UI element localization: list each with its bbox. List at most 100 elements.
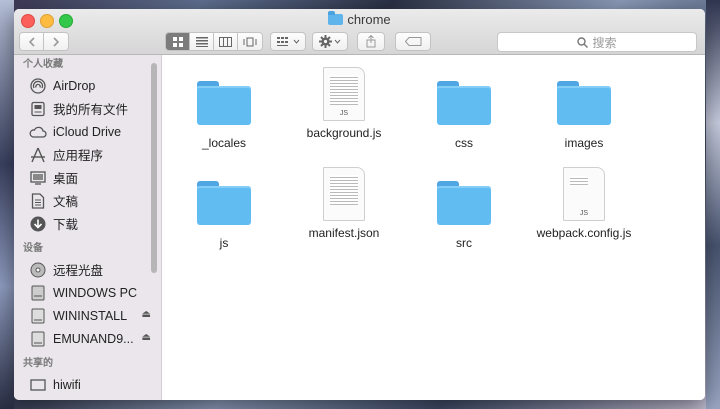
sidebar-item-hiwifi[interactable]: hiwifi: [14, 373, 161, 396]
file-name: webpack.config.js: [536, 226, 632, 240]
document-icon: [323, 167, 365, 221]
file-item[interactable]: manifest.json: [284, 167, 404, 240]
window-title-text: chrome: [347, 12, 391, 27]
finder-window: chrome 搜索 个人收藏 AirDrop 我的所有文件 iCloud Dri…: [14, 9, 705, 400]
disc-icon: [29, 261, 47, 279]
search-input[interactable]: 搜索: [497, 32, 697, 52]
action-menu-button[interactable]: [312, 32, 348, 51]
file-ext-label: JS: [579, 210, 589, 217]
all-files-icon: [29, 100, 47, 118]
js-file-icon: JS: [323, 67, 365, 121]
sidebar-item-label: 应用程序: [53, 149, 104, 163]
applications-icon: [29, 146, 47, 164]
gallery-view-button[interactable]: [238, 33, 262, 50]
file-item[interactable]: JS background.js: [284, 67, 404, 140]
folder-icon: [328, 11, 344, 25]
chevron-down-icon: [293, 39, 299, 44]
file-name: manifest.json: [308, 226, 380, 240]
sidebar-item-windows-pc[interactable]: WINDOWS PC: [14, 281, 161, 304]
file-item[interactable]: css: [404, 73, 524, 150]
sidebar-item-label: iCloud Drive: [53, 124, 122, 139]
coverflow-icon: [243, 37, 257, 46]
folder-icon: [197, 81, 251, 125]
sidebar-item-icloud[interactable]: iCloud Drive: [14, 120, 161, 143]
forward-button[interactable]: [44, 33, 68, 50]
arrange-button[interactable]: [270, 32, 306, 51]
sidebar-item-label: 我的所有文件: [53, 103, 129, 117]
sidebar-item-label: WINDOWS PC: [53, 285, 138, 300]
file-grid: _locales JS background.js css images js …: [162, 55, 705, 400]
folder-icon: [437, 81, 491, 125]
search-icon: [577, 36, 589, 48]
file-name: images: [564, 136, 604, 150]
cloud-icon: [29, 123, 47, 141]
sidebar-item-airdrop[interactable]: AirDrop: [14, 74, 161, 97]
chevron-down-icon: [334, 39, 341, 44]
sidebar-header-favorites: 个人收藏: [23, 59, 63, 70]
nav-buttons: [19, 32, 69, 51]
window-title: chrome: [14, 11, 705, 27]
folder-icon: [437, 181, 491, 225]
back-button[interactable]: [20, 33, 44, 50]
search-placeholder: 搜索: [592, 35, 617, 50]
list-view-button[interactable]: [190, 33, 214, 50]
share-button[interactable]: [357, 32, 385, 51]
desktop-wallpaper-right: [706, 0, 720, 409]
download-icon: [29, 215, 47, 233]
sidebar-item-emunand[interactable]: EMUNAND9... ⏏: [14, 327, 161, 350]
sidebar-item-wininstall[interactable]: WININSTALL ⏏: [14, 304, 161, 327]
sidebar-item-remote-disc[interactable]: 远程光盘: [14, 258, 161, 281]
sidebar-item-label: WININSTALL: [53, 308, 128, 323]
sidebar-item-label: EMUNAND9...: [53, 331, 134, 346]
tags-button[interactable]: [395, 32, 431, 51]
file-item[interactable]: src: [404, 173, 524, 250]
eject-icon[interactable]: ⏏: [142, 332, 151, 343]
sidebar-item-all-files[interactable]: 我的所有文件: [14, 97, 161, 120]
file-name: src: [456, 236, 472, 250]
folder-icon: [557, 81, 611, 125]
airdrop-icon: [29, 77, 47, 95]
sidebar-item-label: 文稿: [53, 195, 79, 209]
computer-icon: [29, 284, 47, 302]
sidebar-item-label: 下载: [53, 218, 79, 232]
sidebar-item-applications[interactable]: 应用程序: [14, 143, 161, 166]
file-item[interactable]: js: [164, 173, 284, 250]
file-name: background.js: [306, 126, 382, 140]
documents-icon: [29, 192, 47, 210]
sidebar-item-desktop[interactable]: 桌面: [14, 166, 161, 189]
file-item[interactable]: JS webpack.config.js: [524, 167, 644, 240]
sidebar-scrollbar[interactable]: [151, 63, 157, 273]
grid-icon: [172, 36, 183, 47]
sidebar-item-label: hiwifi: [53, 377, 81, 392]
icon-view-button[interactable]: [166, 33, 190, 50]
sidebar-item-downloads[interactable]: 下载: [14, 212, 161, 235]
drive-icon: [29, 330, 47, 348]
folder-icon: [197, 181, 251, 225]
js-file-icon: JS: [563, 167, 605, 221]
file-ext-label: JS: [339, 110, 349, 117]
sidebar-item-documents[interactable]: 文稿: [14, 189, 161, 212]
sidebar-item-label: 远程光盘: [53, 264, 104, 278]
gear-icon: [319, 35, 332, 48]
sidebar-header-devices: 设备: [23, 243, 43, 254]
sidebar-item-label: 桌面: [53, 172, 79, 186]
desktop-wallpaper-left: [0, 0, 14, 409]
chevron-right-icon: [53, 36, 60, 47]
sidebar: 个人收藏 AirDrop 我的所有文件 iCloud Drive 应用程序 桌面…: [14, 55, 162, 400]
column-view-button[interactable]: [214, 33, 238, 50]
sidebar-header-shared: 共享的: [23, 358, 53, 369]
sidebar-item-label: AirDrop: [53, 78, 96, 93]
file-item[interactable]: images: [524, 73, 644, 150]
arrange-grid-icon: [276, 36, 288, 46]
view-mode-segment: [165, 32, 263, 51]
columns-icon: [219, 36, 232, 47]
drive-icon: [29, 307, 47, 325]
desktop-icon: [29, 169, 47, 187]
titlebar: chrome 搜索: [14, 9, 705, 55]
eject-icon[interactable]: ⏏: [142, 309, 151, 320]
network-icon: [29, 376, 47, 394]
tag-icon: [404, 37, 421, 46]
file-name: _locales: [201, 136, 247, 150]
chevron-left-icon: [28, 36, 35, 47]
file-item[interactable]: _locales: [164, 73, 284, 150]
